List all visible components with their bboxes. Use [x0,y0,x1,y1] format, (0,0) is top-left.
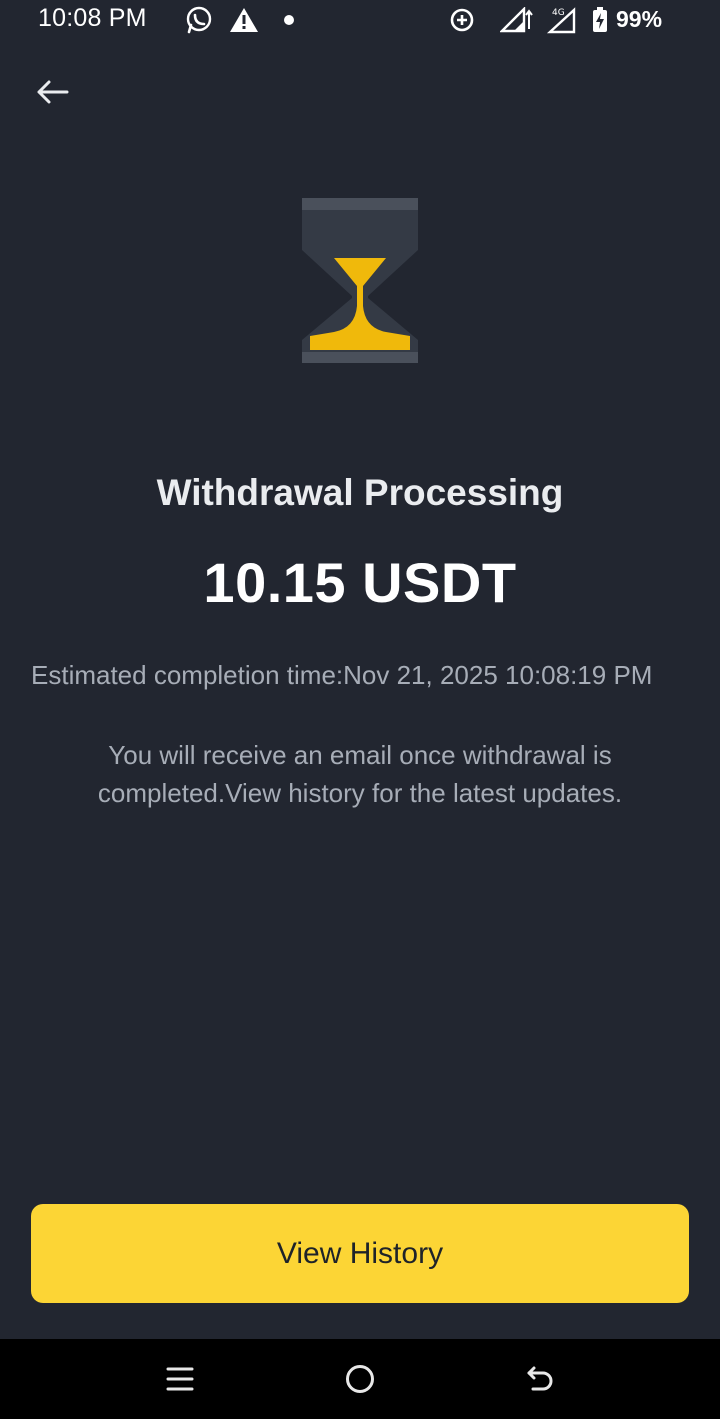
withdrawal-amount: 10.15 USDT [203,551,517,614]
status-time: 10:08 PM [38,4,147,32]
system-nav-bar [0,1339,720,1419]
whatsapp-icon [184,6,214,34]
estimated-completion-time: Estimated completion time:Nov 21, 2025 1… [31,660,653,690]
battery-percentage: 99% [616,6,663,32]
status-bar: 10:08 PM 4G 99% [0,0,720,44]
data-saver-icon [447,6,477,34]
arrow-left-icon [37,80,69,104]
warning-icon [228,6,260,34]
withdrawal-status-screen: 10:08 PM 4G 99% Withdrawal Processing 10… [0,0,720,1419]
menu-icon[interactable] [158,1359,202,1399]
battery-charging-icon [590,6,610,34]
status-title: Withdrawal Processing [156,472,564,513]
view-history-button[interactable]: View History [31,1204,689,1303]
email-notice: You will receive an email once withdrawa… [97,740,623,808]
back-icon[interactable] [518,1359,562,1399]
hourglass-icon [300,198,420,366]
notification-dot-icon [282,6,296,34]
back-button[interactable] [30,70,74,114]
svg-text:4G: 4G [552,8,565,18]
4g-signal-icon: 4G [540,6,578,34]
home-icon[interactable] [338,1359,382,1399]
signal-icon [500,6,534,34]
